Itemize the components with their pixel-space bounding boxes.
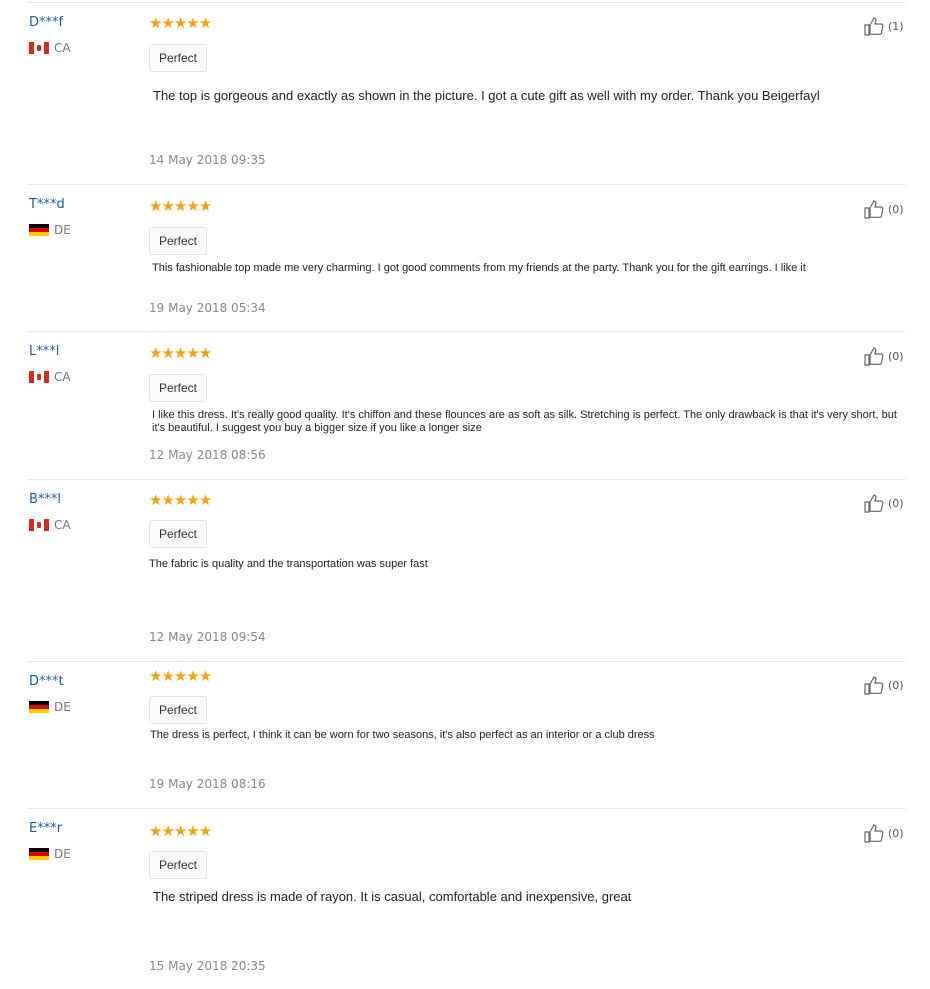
rating-label-badge: Perfect — [149, 696, 208, 724]
star-rating: ★★★★★ — [149, 491, 212, 509]
like-count: (0) — [888, 496, 904, 510]
reviewer-country: CA — [29, 370, 71, 384]
thumbs-up-icon — [864, 676, 884, 695]
reviewer-country: CA — [29, 41, 71, 55]
review-date: 15 May 2018 20:35 — [149, 959, 266, 973]
review-date: 12 May 2018 08:56 — [149, 448, 266, 462]
canada-flag-icon — [29, 42, 49, 54]
rating-label-badge: Perfect — [149, 374, 208, 402]
review-text: The striped dress is made of rayon. It i… — [153, 889, 632, 904]
review-item: D***f CA ★★★★★ Perfect The top is gorgeo… — [0, 0, 930, 185]
canada-flag-icon — [29, 371, 49, 383]
reviewer-country: DE — [29, 700, 71, 714]
rating-label-badge: Perfect — [149, 851, 208, 879]
like-count: (0) — [888, 202, 904, 216]
rating-label-badge: Perfect — [149, 44, 208, 72]
star-rating: ★★★★★ — [149, 197, 212, 215]
like-count: (0) — [888, 678, 904, 692]
reviewer-country: DE — [29, 847, 71, 861]
review-item: E***r DE ★★★★★ Perfect The striped dress… — [0, 809, 930, 989]
review-text: I like this dress. It's really good qual… — [152, 409, 897, 434]
thumbs-up-icon — [864, 824, 884, 843]
star-rating: ★★★★★ — [149, 14, 212, 32]
review-item: B***l CA ★★★★★ Perfect The fabric is qua… — [0, 480, 930, 662]
like-button[interactable]: (0) — [864, 823, 904, 843]
like-button[interactable]: (0) — [864, 346, 904, 366]
thumbs-up-icon — [864, 17, 884, 36]
country-code: DE — [54, 223, 71, 237]
reviewer-country: CA — [29, 518, 71, 532]
review-item: T***d DE ★★★★★ Perfect This fashionable … — [0, 185, 930, 332]
review-item: D***t DE ★★★★★ Perfect The dress is perf… — [0, 662, 930, 809]
review-item: L***l CA ★★★★★ Perfect I like this dress… — [0, 332, 930, 480]
thumbs-up-icon — [864, 494, 884, 513]
star-rating: ★★★★★ — [149, 667, 212, 685]
like-button[interactable]: (0) — [864, 675, 904, 695]
reviewer-name[interactable]: L***l — [29, 344, 59, 359]
country-code: CA — [54, 370, 71, 384]
like-button[interactable]: (0) — [864, 199, 904, 219]
reviewer-name[interactable]: T***d — [29, 197, 65, 212]
germany-flag-icon — [29, 701, 49, 713]
reviewer-country: DE — [29, 223, 71, 237]
star-rating: ★★★★★ — [149, 822, 212, 840]
reviewer-name[interactable]: B***l — [29, 492, 61, 507]
like-count: (1) — [888, 19, 904, 33]
like-button[interactable]: (0) — [864, 493, 904, 513]
rating-label-badge: Perfect — [149, 227, 208, 255]
review-date: 19 May 2018 05:34 — [149, 301, 266, 315]
review-text: The top is gorgeous and exactly as shown… — [153, 88, 820, 103]
star-rating: ★★★★★ — [149, 344, 212, 362]
reviewer-name[interactable]: D***t — [29, 674, 64, 689]
country-code: DE — [54, 700, 71, 714]
country-code: CA — [54, 518, 71, 532]
review-date: 12 May 2018 09:54 — [149, 630, 266, 644]
germany-flag-icon — [29, 848, 49, 860]
country-code: DE — [54, 847, 71, 861]
like-count: (0) — [888, 826, 904, 840]
review-text: This fashionable top made me very charmi… — [152, 262, 806, 274]
reviewer-name[interactable]: E***r — [29, 821, 62, 836]
review-date: 19 May 2018 08:16 — [149, 777, 266, 791]
thumbs-up-icon — [864, 200, 884, 219]
canada-flag-icon — [29, 519, 49, 531]
review-text: The dress is perfect, I think it can be … — [150, 729, 655, 741]
reviewer-name[interactable]: D***f — [29, 15, 63, 30]
review-date: 14 May 2018 09:35 — [149, 153, 266, 167]
like-button[interactable]: (1) — [864, 16, 904, 36]
germany-flag-icon — [29, 224, 49, 236]
thumbs-up-icon — [864, 347, 884, 366]
review-text: The fabric is quality and the transporta… — [149, 558, 428, 570]
rating-label-badge: Perfect — [149, 520, 208, 548]
like-count: (0) — [888, 349, 904, 363]
country-code: CA — [54, 41, 71, 55]
